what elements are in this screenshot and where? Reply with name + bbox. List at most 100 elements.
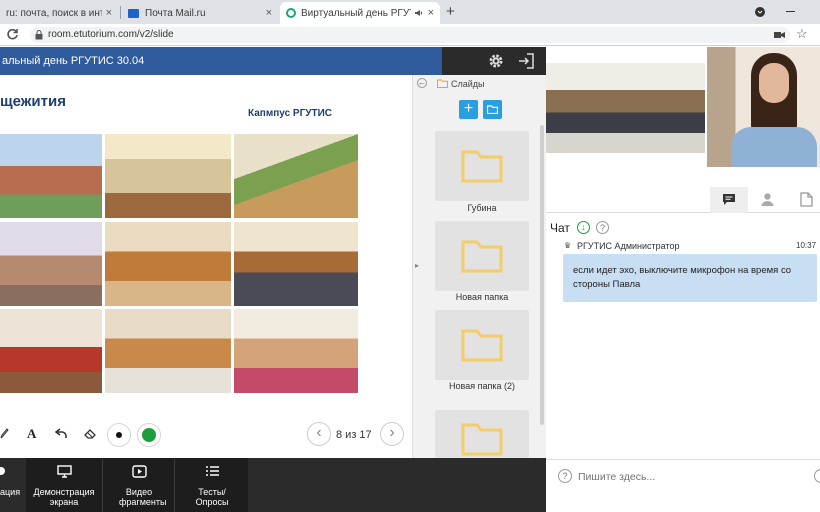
download-chat-icon[interactable]: ↓ (577, 221, 590, 234)
browser-tab-mail[interactable]: Почта Mail.ru × (122, 2, 278, 24)
screen-share-button[interactable]: Демонстрация экрана (26, 458, 102, 512)
eraser-icon[interactable] (84, 428, 97, 439)
folder-card[interactable] (435, 131, 529, 201)
tab-separator (120, 6, 121, 19)
folder-label: Губина (467, 203, 497, 213)
tab-search-icon[interactable] (754, 6, 766, 18)
next-slide-button[interactable]: › (380, 422, 404, 446)
folder-icon (487, 105, 498, 114)
browser-tab-bar: ru: почта, поиск в интерне × Почта Mail.… (0, 0, 820, 24)
green-color-button[interactable] (137, 423, 161, 447)
tab-chat[interactable] (710, 187, 748, 213)
speaker-face (759, 63, 789, 103)
chat-title: Чат (550, 221, 570, 235)
folder-label: Новая папка (455, 292, 509, 302)
video-area (546, 47, 820, 187)
close-tab-icon[interactable]: × (428, 7, 434, 19)
folder-card[interactable] (435, 410, 529, 458)
lobby-photo (105, 134, 231, 218)
message-text: если идет эхо, выключите микрофон на вре… (573, 265, 792, 290)
participants-icon[interactable] (760, 192, 775, 207)
presentation-button[interactable]: ация (0, 458, 26, 512)
bottom-toolbar: ация Демонстрация экрана Видео фрагменты… (0, 458, 546, 512)
emoji-icon[interactable] (814, 469, 820, 483)
students-photo (234, 309, 358, 393)
slides-panel: ← Слайды + Губина Новая папка Новая папк… (412, 75, 546, 458)
folder-small-icon (437, 79, 448, 88)
close-tab-icon[interactable]: × (266, 7, 272, 19)
slides-panel-title: Слайды (451, 79, 485, 89)
dormitory-exterior-photo (0, 134, 102, 218)
add-slide-button[interactable]: + (459, 100, 478, 119)
prev-slide-button[interactable]: ‹ (307, 422, 331, 446)
reload-icon[interactable] (6, 28, 19, 41)
folder-card[interactable] (435, 221, 529, 291)
undo-icon[interactable] (55, 428, 68, 439)
document-icon[interactable] (800, 192, 813, 207)
hall-photo (234, 134, 358, 218)
help-icon[interactable]: ? (596, 221, 609, 234)
camera-icon[interactable] (774, 30, 785, 40)
browser-tab-yandex[interactable]: ru: почта, поиск в интерне × (0, 2, 118, 24)
header-controls (442, 47, 546, 75)
tab-title: ru: почта, поиск в интерне (6, 7, 102, 19)
video-play-icon (132, 465, 147, 478)
black-color-button[interactable] (107, 423, 131, 447)
speaker-icon[interactable] (414, 8, 424, 18)
collapse-arrow-icon[interactable]: ▸ (415, 261, 419, 270)
chat-help-icon[interactable]: ? (558, 469, 572, 483)
slides-scrollbar[interactable] (540, 125, 544, 425)
tests-polls-label: Тесты/ Опросы (195, 487, 229, 507)
screen-share-label: Демонстрация экрана (33, 487, 95, 507)
tab-title: Почта Mail.ru (145, 7, 206, 19)
speaker-video (707, 47, 820, 167)
room-photo (105, 222, 231, 306)
bookmark-star-icon[interactable]: ☆ (796, 26, 808, 42)
list-icon (206, 466, 219, 476)
back-arrow-icon[interactable]: ← (417, 78, 427, 88)
lock-icon[interactable] (35, 30, 43, 40)
page-indicator: 8 из 17 (336, 429, 372, 441)
exit-icon[interactable] (518, 53, 535, 69)
chat-panel: Чат ↓ ? ♛ РГУТИС Администратор 10:37 есл… (546, 213, 820, 459)
chat-tabs (546, 187, 820, 213)
minimize-icon[interactable] (786, 11, 795, 12)
lounge-photo (0, 309, 102, 393)
slide-heading: щежития (0, 93, 66, 110)
crown-icon: ♛ (564, 241, 572, 250)
message-time: 10:37 (796, 241, 817, 250)
video-fragments-button[interactable]: Видео фрагменты (102, 458, 174, 512)
url-field[interactable]: room.etutorium.com/v2/slide (30, 27, 790, 43)
pen-icon[interactable] (0, 427, 9, 439)
monitor-icon (57, 465, 72, 478)
folder-label: Новая папка (2) (449, 381, 515, 391)
folder-icon (461, 240, 503, 273)
chat-message-input[interactable] (578, 467, 788, 487)
drawing-toolbar: A ‹ 8 из 17 › (0, 410, 412, 458)
tests-polls-button[interactable]: Тесты/ Опросы (174, 458, 248, 512)
close-tab-icon[interactable]: × (106, 7, 112, 19)
video-fragments-label: Видео фрагменты (119, 487, 167, 507)
open-folder-button[interactable] (483, 100, 502, 119)
message-author: РГУТИС Администратор (577, 241, 680, 251)
chat-input-area: ? (546, 459, 820, 512)
presentation-label: ация (0, 487, 21, 497)
presentation-slide: щежития Капмпус РГУТИС (0, 75, 412, 410)
folder-card[interactable] (435, 310, 529, 380)
chat-bubble-icon (723, 194, 735, 205)
settings-gear-icon[interactable] (488, 53, 504, 69)
webinar-title: альный день РГУТИС 30.04 (2, 55, 145, 67)
bedroom-photo (0, 222, 102, 306)
browser-tab-active[interactable]: Виртуальный день РГУТИС × (280, 2, 440, 24)
new-tab-button[interactable]: + (446, 3, 455, 20)
etutorium-favicon-icon (286, 8, 296, 18)
url-text: room.etutorium.com/v2/slide (48, 29, 174, 40)
address-bar: room.etutorium.com/v2/slide ☆ (0, 24, 820, 46)
audience-video (546, 63, 705, 153)
black-color-swatch (116, 432, 122, 438)
chat-message-bubble: если идет эхо, выключите микрофон на вре… (563, 254, 817, 302)
mail-favicon-icon (128, 8, 139, 18)
green-color-swatch (142, 428, 156, 442)
text-tool-button[interactable]: A (27, 426, 36, 442)
campus-label: Капмпус РГУТИС (248, 108, 332, 119)
